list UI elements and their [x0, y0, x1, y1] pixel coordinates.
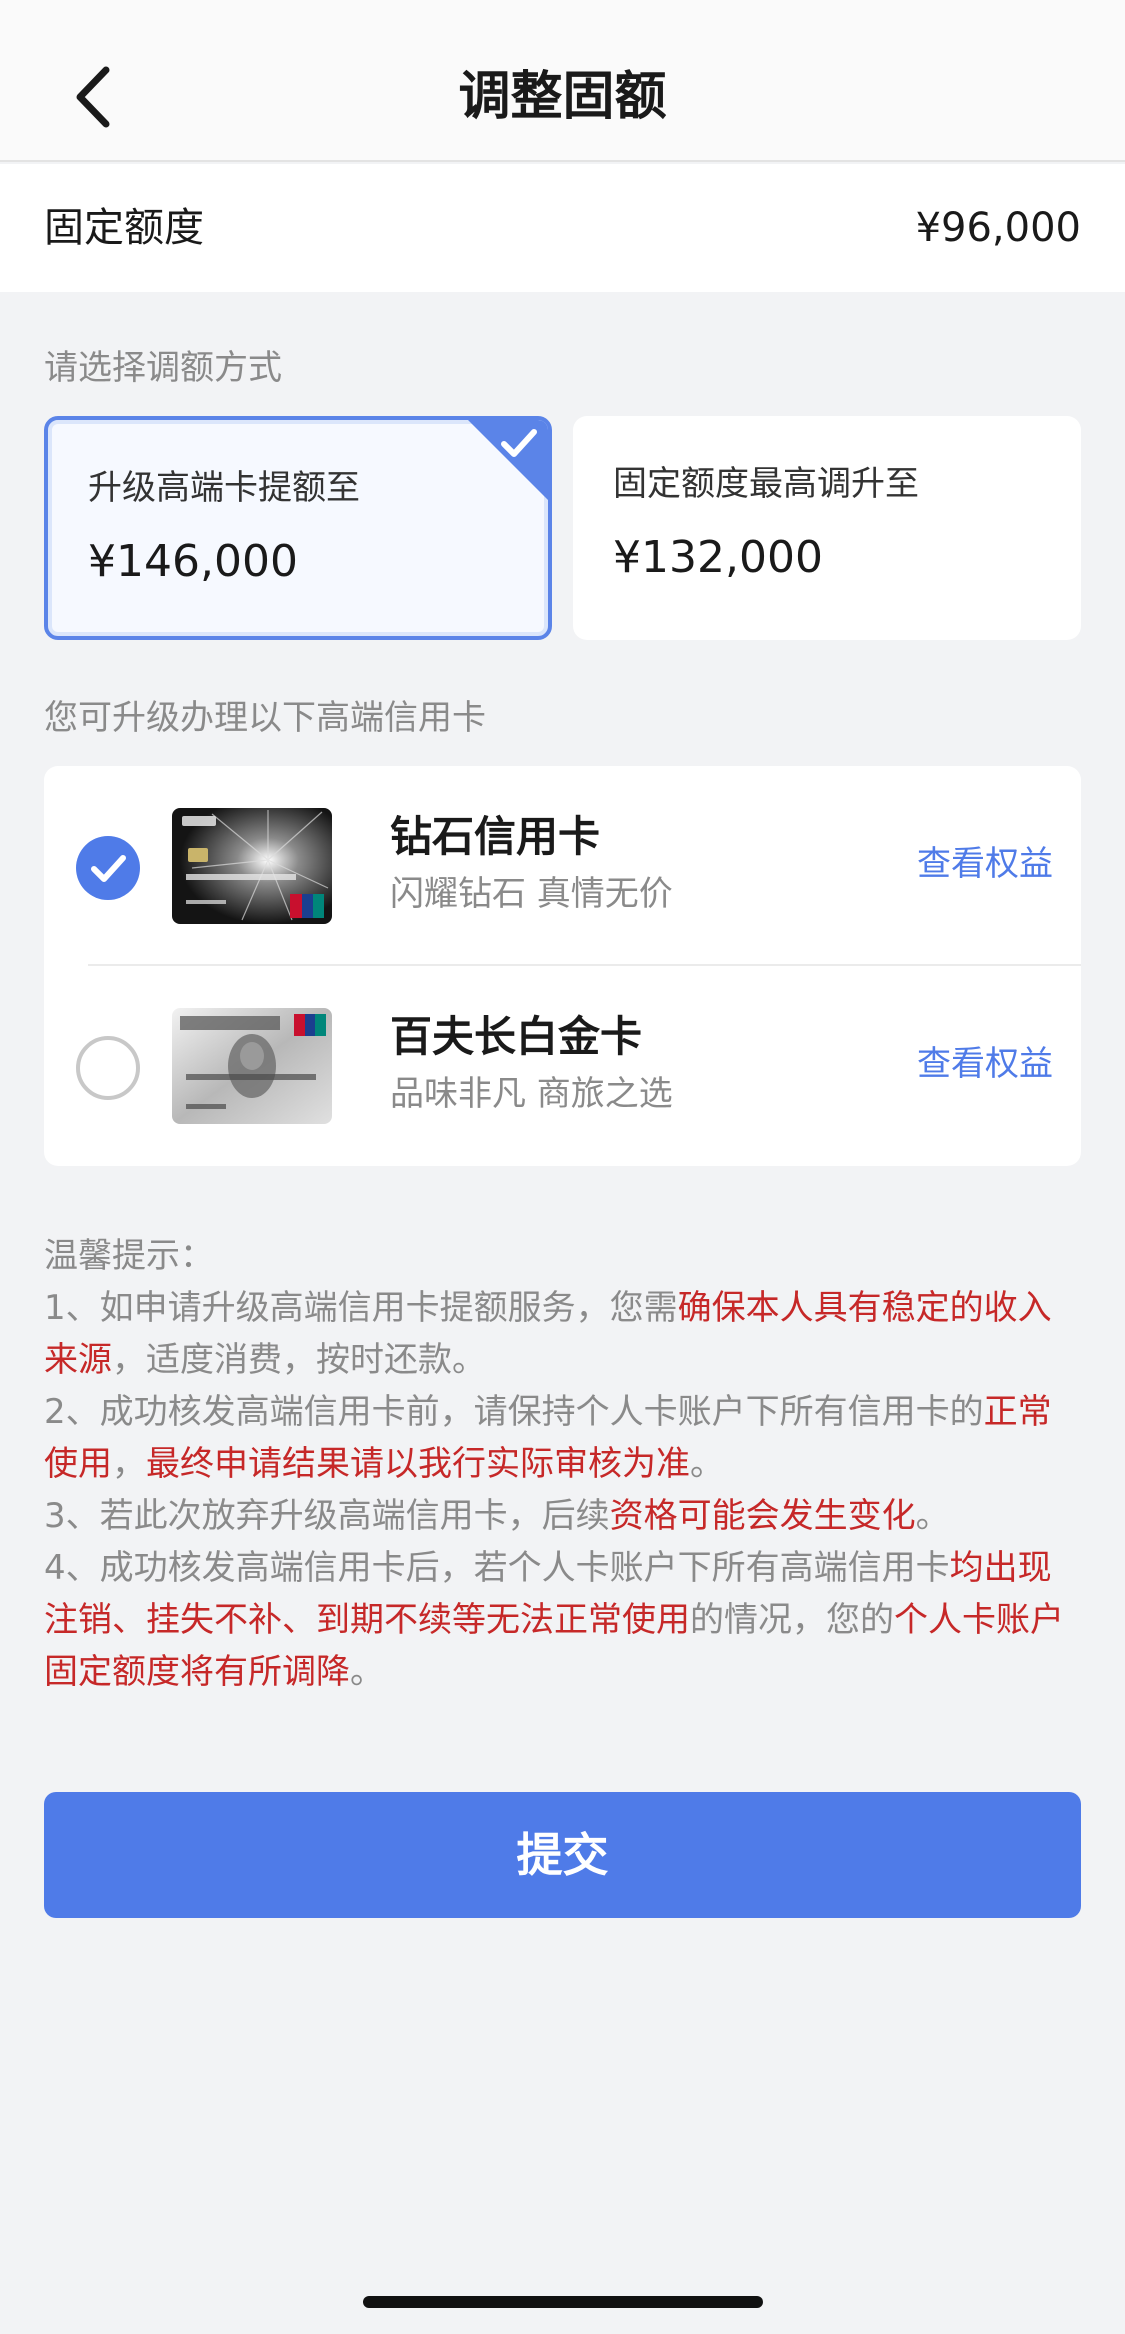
tip-3: 3、若此次放弃升级高端信用卡，后续资格可能会发生变化。 [44, 1490, 1084, 1542]
tip-text: 2、成功核发高端信用卡前，请保持个人卡账户下所有信用卡的 [44, 1392, 984, 1432]
check-icon [501, 429, 537, 457]
home-indicator [363, 2296, 763, 2308]
tip-text: 的情况，您的 [690, 1600, 894, 1640]
fixed-limit-row: 固定额度 ¥96,000 [0, 164, 1125, 292]
check-icon [91, 855, 126, 882]
tips-block: 温馨提示： 1、如申请升级高端信用卡提额服务，您需确保本人具有稳定的收入来源，适… [44, 1230, 1084, 1698]
option-value: ¥146,000 [88, 536, 298, 587]
card-name: 钻石信用卡 [390, 812, 601, 861]
tip-4: 4、成功核发高端信用卡后，若个人卡账户下所有高端信用卡均出现注销、挂失不补、到期… [44, 1542, 1084, 1698]
card-slogan: 品味非凡 商旅之选 [390, 1074, 673, 1114]
card-list: 钻石信用卡 闪耀钻石 真情无价 查看权益 百夫长白金卡 品味非凡 商旅之选 查看… [44, 766, 1081, 1166]
cards-section-label: 您可升级办理以下高端信用卡 [44, 698, 486, 738]
tip-text: 。 [350, 1652, 384, 1692]
tip-highlight: 最终申请结果请以我行实际审核为准 [146, 1444, 690, 1484]
tip-1: 1、如申请升级高端信用卡提额服务，您需确保本人具有稳定的收入来源，适度消费，按时… [44, 1282, 1084, 1386]
view-benefits-link[interactable]: 查看权益 [917, 1040, 1053, 1088]
tip-text: 。 [915, 1496, 950, 1536]
tip-highlight: 资格可能会发生变化 [609, 1496, 916, 1536]
radio-unselected[interactable] [76, 1036, 140, 1100]
tip-text: ， [112, 1444, 146, 1484]
tip-text: 。 [690, 1444, 724, 1484]
option-value: ¥132,000 [613, 532, 823, 583]
option-title: 升级高端卡提额至 [88, 468, 360, 508]
tip-text: 3、若此次放弃升级高端信用卡，后续 [44, 1496, 610, 1536]
submit-button[interactable]: 提交 [44, 1792, 1081, 1918]
option-title: 固定额度最高调升至 [613, 464, 919, 504]
tip-text: 4、成功核发高端信用卡后，若个人卡账户下所有高端信用卡 [44, 1548, 950, 1588]
view-benefits-link[interactable]: 查看权益 [917, 840, 1053, 888]
fixed-limit-label: 固定额度 [44, 205, 204, 251]
fixed-limit-value: ¥96,000 [915, 205, 1081, 251]
tip-text: 1、如申请升级高端信用卡提额服务，您需 [44, 1288, 678, 1328]
card-row-diamond[interactable]: 钻石信用卡 闪耀钻石 真情无价 查看权益 [44, 766, 1081, 966]
adjust-method-label: 请选择调额方式 [44, 348, 282, 388]
radio-selected[interactable] [76, 836, 140, 900]
card-name: 百夫长白金卡 [390, 1012, 643, 1061]
option-fixed-raise[interactable]: 固定额度最高调升至 ¥132,000 [573, 416, 1081, 640]
card-row-platinum[interactable]: 百夫长白金卡 品味非凡 商旅之选 查看权益 [44, 966, 1081, 1166]
page-title: 调整固额 [458, 67, 667, 127]
option-upgrade-card[interactable]: 升级高端卡提额至 ¥146,000 [44, 416, 552, 640]
tip-2: 2、成功核发高端信用卡前，请保持个人卡账户下所有信用卡的正常使用，最终申请结果请… [44, 1386, 1084, 1490]
tip-text: ，适度消费，按时还款。 [112, 1340, 486, 1380]
tips-title: 温馨提示： [44, 1236, 214, 1276]
nav-bar: 调整固额 [0, 0, 1125, 162]
card-slogan: 闪耀钻石 真情无价 [390, 874, 673, 914]
platinum-card-image [172, 1008, 332, 1124]
diamond-card-image [172, 808, 332, 924]
